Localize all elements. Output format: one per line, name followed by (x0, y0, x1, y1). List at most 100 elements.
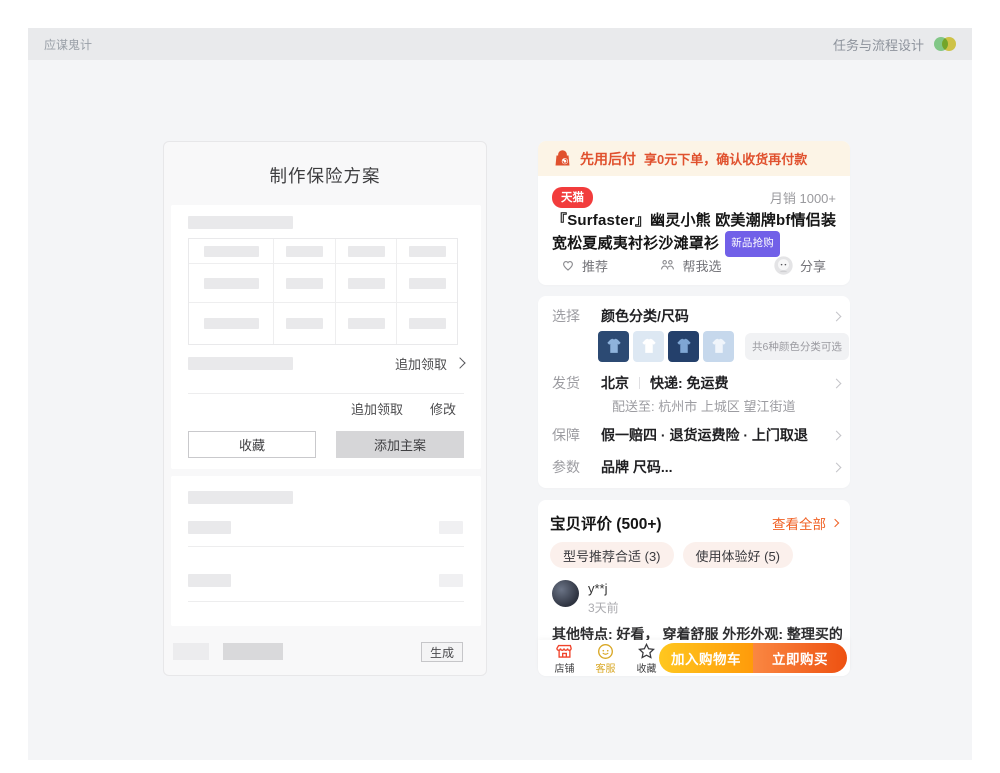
cta-button-group: 加入购物车 立即购买 (659, 643, 847, 673)
share-label: 分享 (800, 256, 826, 275)
shop-button[interactable]: 店铺 (544, 642, 585, 675)
wireframe-title: 制作保险方案 (164, 163, 486, 188)
people-icon (659, 257, 676, 274)
divider (188, 546, 464, 547)
skeleton-cell (336, 303, 397, 344)
view-all-label: 查看全部 (772, 513, 826, 533)
shopping-bag-refresh-icon (553, 149, 572, 168)
reviews-header: 宝贝评价 (500+) 查看全部 (550, 512, 838, 533)
reviewer-name: y**j (588, 580, 619, 596)
app-title: 应谋鬼计 (44, 36, 92, 53)
pay-later-badge: 先用后付 (580, 149, 636, 169)
chevron-right-icon (832, 430, 842, 440)
params-row[interactable]: 参数 品牌 尺码... (552, 456, 840, 478)
reviewer-avatar (552, 580, 579, 607)
skeleton-cell (189, 239, 274, 264)
collect-button[interactable]: 收藏 (188, 431, 316, 458)
skeleton-cell (397, 264, 457, 303)
chevron-right-icon (832, 462, 842, 472)
generate-button[interactable]: 生成 (421, 642, 463, 662)
add-main-plan-button[interactable]: 添加主案 (336, 431, 464, 458)
wireframe-section-bottom (171, 476, 481, 626)
color-swatch[interactable] (598, 331, 629, 362)
claim-more-label: 追加领取 (395, 354, 447, 373)
select-label: 选择 (552, 306, 580, 326)
claim-more-link-2[interactable]: 追加领取 (351, 399, 403, 418)
product-action-row: 推荐 帮我选 分享 (538, 253, 850, 277)
review-time: 3天前 (588, 599, 619, 616)
modify-link[interactable]: 修改 (430, 399, 456, 418)
purchase-bottom-bar: 店铺 客服 收藏 加入购物车 立即购买 (538, 640, 850, 676)
skeleton-cell (336, 264, 397, 303)
bottom-bar-icons: 店铺 客服 收藏 (538, 642, 667, 675)
pay-later-banner: 先用后付 享0元下单，确认收货再付款 (538, 141, 850, 176)
star-icon (637, 642, 656, 661)
skeleton-cell (336, 239, 397, 264)
color-swatch[interactable] (668, 331, 699, 362)
monthly-sales: 月销 1000+ (770, 188, 836, 207)
top-toolbar: 应谋鬼计 任务与流程设计 (28, 28, 972, 60)
skeleton-cell (397, 239, 457, 264)
wireframe-footer: 生成 (164, 642, 488, 662)
delivery-city: 北京 (601, 373, 629, 393)
placeholder-bar (188, 216, 293, 229)
wireframe-section-top: 追加领取 追加领取 修改 收藏 添加主案 (171, 205, 481, 469)
favorite-label: 收藏 (637, 660, 657, 675)
delivery-address: 配送至: 杭州市 上城区 望江街道 (612, 396, 795, 415)
shirt-icon (639, 336, 659, 356)
placeholder-bar (439, 521, 463, 534)
guarantee-label: 保障 (552, 425, 580, 445)
buy-now-button[interactable]: 立即购买 (753, 643, 847, 673)
design-canvas: 应谋鬼计 任务与流程设计 制作保险方案 (0, 0, 1000, 773)
delivery-label: 发货 (552, 373, 580, 393)
guarantee-value: 假一赔四 · 退货运费险 · 上门取退 (601, 425, 808, 445)
chevron-right-icon (454, 357, 465, 368)
review-tag[interactable]: 使用体验好 (5) (683, 542, 794, 568)
placeholder-bar (439, 574, 463, 587)
pay-later-text: 享0元下单，确认收货再付款 (644, 149, 807, 168)
claim-more-link[interactable]: 追加领取 (395, 354, 464, 373)
skeleton-cell (274, 239, 336, 264)
recommend-label: 推荐 (582, 256, 608, 275)
params-value: 品牌 尺码... (601, 457, 673, 477)
avatar-icon (773, 255, 794, 276)
review-tag[interactable]: 型号推荐合适 (3) (550, 542, 674, 568)
shirt-icon (604, 336, 624, 356)
shirt-icon (674, 336, 694, 356)
color-swatch[interactable] (633, 331, 664, 362)
delivery-row[interactable]: 发货 北京 快递: 免运费 (552, 372, 840, 394)
product-title: 『Surfaster』幽灵小熊 欧美潮牌bf情侣装宽松夏威夷衬衫沙滩罩衫新品抢购 (552, 210, 842, 257)
placeholder-bar (188, 491, 293, 504)
secondary-links-row: 追加领取 修改 (188, 399, 456, 417)
help-choose-label: 帮我选 (682, 256, 721, 275)
divider (188, 601, 464, 602)
mode-toggle[interactable] (934, 37, 956, 51)
skeleton-cell (397, 303, 457, 344)
skeleton-cell (274, 264, 336, 303)
share-button[interactable]: 分享 (773, 255, 826, 276)
guarantee-row[interactable]: 保障 假一赔四 · 退货运费险 · 上门取退 (552, 424, 840, 446)
placeholder-box (173, 643, 209, 660)
chevron-right-icon (832, 378, 842, 388)
divider (188, 393, 464, 394)
service-button[interactable]: 客服 (585, 642, 626, 675)
select-value: 颜色分类/尺码 (601, 306, 689, 326)
select-sku-row[interactable]: 选择 颜色分类/尺码 (552, 305, 840, 327)
color-swatch-row: 共6种颜色分类可选 (598, 330, 849, 362)
service-label: 客服 (596, 660, 616, 675)
wireframe-button-row: 收藏 添加主案 (188, 431, 464, 458)
customer-service-icon (596, 642, 615, 661)
help-choose-button[interactable]: 帮我选 (659, 256, 721, 275)
mode-label: 任务与流程设计 (833, 35, 924, 54)
store-sales-row: 天猫 月销 1000+ (552, 188, 836, 207)
color-swatch[interactable] (703, 331, 734, 362)
insurance-plan-wireframe-card: 制作保险方案 追加领取 (163, 141, 487, 676)
chevron-right-icon (832, 311, 842, 321)
view-all-reviews-link[interactable]: 查看全部 (772, 513, 838, 533)
skeleton-cell (189, 264, 274, 303)
skeleton-cell (274, 303, 336, 344)
params-label: 参数 (552, 457, 580, 477)
recommend-button[interactable]: 推荐 (560, 256, 608, 275)
placeholder-box (223, 643, 283, 660)
add-to-cart-button[interactable]: 加入购物车 (659, 643, 753, 673)
